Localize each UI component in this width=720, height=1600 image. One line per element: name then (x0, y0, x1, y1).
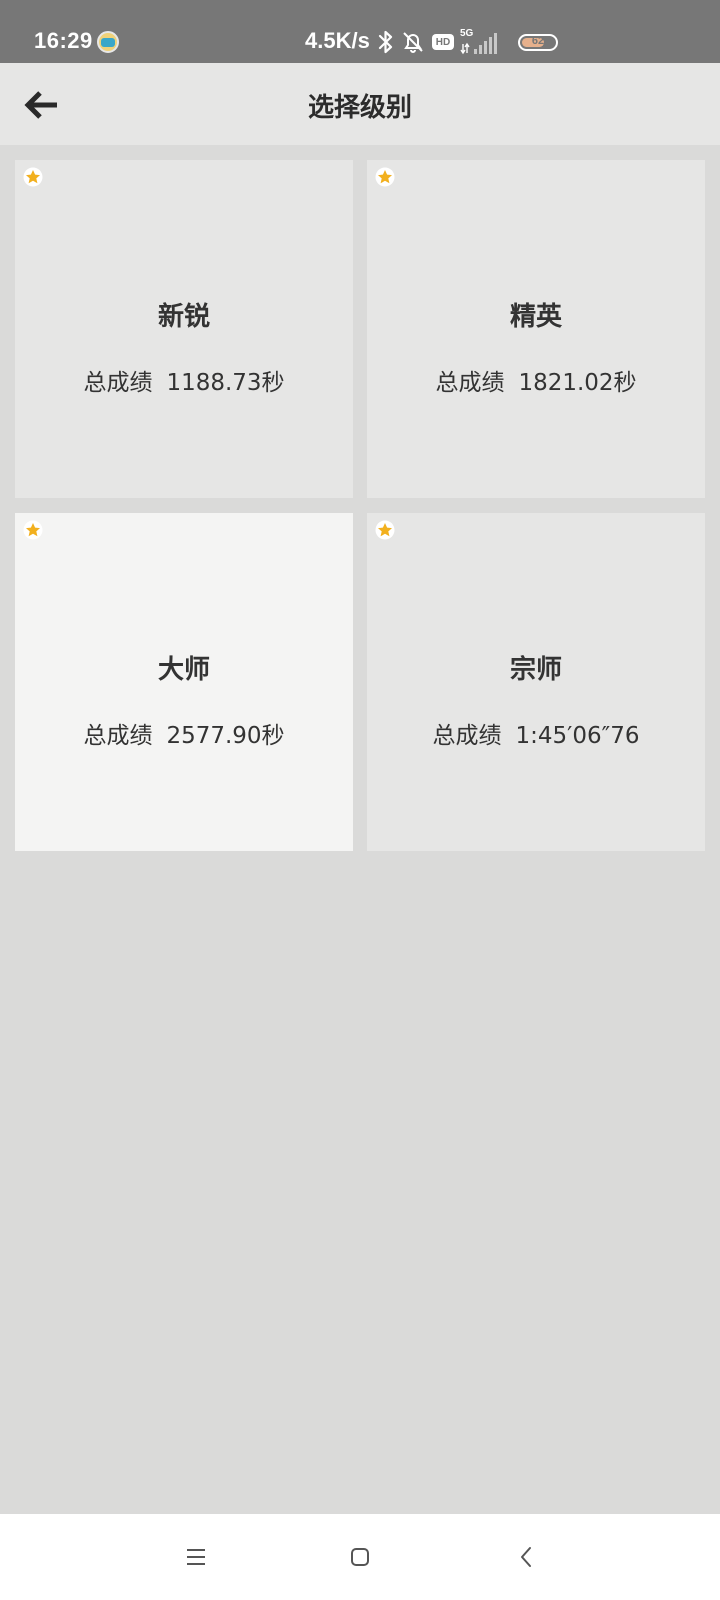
score-value: 1821.02秒 (518, 370, 637, 396)
home-button[interactable] (337, 1534, 383, 1580)
menu-icon (187, 1549, 205, 1565)
star-icon (375, 520, 395, 540)
level-card-grandmaster[interactable]: 宗师 总成绩 1:45′06″76 (367, 513, 705, 851)
level-name: 大师 (157, 655, 210, 685)
level-name: 精英 (509, 302, 562, 332)
network-speed: 4.5K/s (305, 28, 370, 53)
app-bar: 选择级别 (0, 63, 720, 145)
hd-voice-icon: HD (432, 34, 454, 50)
level-score: 总成绩 1:45′06″76 (367, 716, 705, 750)
score-label: 总成绩 (432, 723, 502, 749)
score-label: 总成绩 (83, 370, 153, 396)
status-bar: 16:29 4.5K/s HD 5G 62 (0, 0, 720, 63)
level-card-master[interactable]: 大师 总成绩 2577.90秒 (15, 513, 353, 851)
battery-icon: 62 (518, 33, 558, 51)
recents-button[interactable] (173, 1534, 219, 1580)
notifications-off-icon (400, 29, 426, 55)
back-chevron-icon (521, 1547, 531, 1567)
level-score: 总成绩 1821.02秒 (367, 363, 705, 397)
app-notification-icon (97, 31, 119, 53)
status-time: 16:29 (34, 28, 93, 53)
status-icons: HD 5G 62 (378, 27, 558, 57)
star-icon (23, 520, 43, 540)
score-value: 2577.90秒 (166, 723, 285, 749)
score-label: 总成绩 (83, 723, 153, 749)
page-title: 选择级别 (307, 93, 412, 123)
level-card-rookie[interactable]: 新锐 总成绩 1188.73秒 (15, 160, 353, 498)
score-value: 1:45′06″76 (515, 723, 640, 749)
level-card-elite[interactable]: 精英 总成绩 1821.02秒 (367, 160, 705, 498)
star-icon (375, 167, 395, 187)
signal-icon: 5G (460, 28, 504, 56)
level-score: 总成绩 2577.90秒 (15, 716, 353, 750)
star-icon (23, 167, 43, 187)
score-value: 1188.73秒 (166, 370, 285, 396)
bluetooth-icon (378, 29, 394, 55)
system-back-button[interactable] (504, 1534, 550, 1580)
system-nav-bar (0, 1514, 720, 1600)
score-label: 总成绩 (435, 370, 505, 396)
home-square-icon (351, 1548, 369, 1566)
level-name: 新锐 (157, 302, 210, 332)
level-name: 宗师 (509, 655, 562, 685)
battery-level: 62 (531, 34, 545, 47)
level-score: 总成绩 1188.73秒 (15, 363, 353, 397)
